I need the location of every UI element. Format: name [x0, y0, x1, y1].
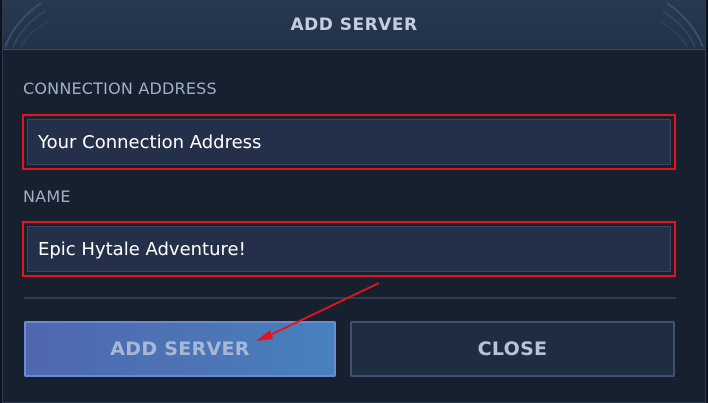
dialog-titlebar: ADD SERVER: [3, 1, 705, 50]
close-button[interactable]: CLOSE: [350, 321, 675, 377]
corner-ornament-icon: [658, 2, 704, 48]
name-highlight: Epic Hytale Adventure!: [22, 221, 676, 277]
connection-address-label: CONNECTION ADDRESS: [23, 79, 217, 98]
name-label: NAME: [23, 187, 71, 206]
divider: [24, 297, 676, 299]
connection-address-highlight: Your Connection Address: [22, 114, 676, 170]
add-server-button[interactable]: ADD SERVER: [24, 321, 336, 377]
connection-address-input[interactable]: Your Connection Address: [27, 119, 671, 165]
dialog-title: ADD SERVER: [290, 15, 418, 35]
name-input[interactable]: Epic Hytale Adventure!: [27, 226, 671, 272]
